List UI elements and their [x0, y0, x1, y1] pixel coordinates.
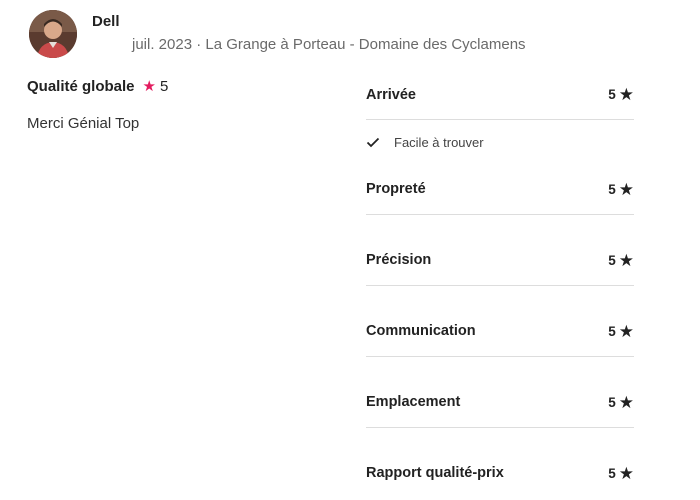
rating-label: Propreté [366, 181, 426, 197]
star-icon: ★ [142, 78, 156, 95]
rating-score: 5 ★ [608, 465, 634, 482]
star-icon: ★ [618, 321, 634, 341]
avatar[interactable] [29, 10, 77, 58]
rating-value: 5 [608, 181, 616, 197]
rating-label: Arrivée [366, 86, 416, 103]
rating-score: 5 ★ [608, 323, 634, 340]
rating-value: 5 [608, 394, 616, 410]
rating-value: 5 [608, 465, 616, 481]
rating-score: 5 ★ [608, 86, 634, 103]
overall-label: Qualité globale [27, 77, 135, 95]
ratings-list: Arrivée 5 ★ Facile à trouver Propreté 5 … [366, 70, 634, 498]
rating-row-cleanliness: Propreté 5 ★ [366, 164, 634, 215]
star-icon: ★ [618, 463, 634, 483]
rating-value: 5 [608, 252, 616, 268]
overall-score: 5 [159, 77, 169, 95]
star-icon: ★ [618, 392, 634, 412]
rating-label: Emplacement [366, 394, 461, 410]
star-icon: ★ [618, 85, 634, 104]
rating-score: 5 ★ [608, 394, 634, 411]
reviewer-name: Dell [92, 13, 120, 30]
star-icon: ★ [618, 250, 634, 270]
rating-note-text: Facile à trouver [394, 134, 484, 150]
rating-row-location: Emplacement 5 ★ [366, 377, 634, 428]
rating-label: Précision [366, 252, 432, 268]
rating-row-communication: Communication 5 ★ [366, 306, 634, 357]
rating-value: 5 [608, 87, 616, 102]
overall-rating: Qualité globale ★ 5 [27, 77, 169, 96]
star-icon: ★ [618, 179, 634, 199]
rating-label: Rapport qualité-prix [366, 465, 504, 481]
rating-score: 5 ★ [608, 252, 634, 269]
rating-row-accuracy: Précision 5 ★ [366, 235, 634, 286]
rating-score: 5 ★ [608, 181, 634, 198]
review-text: Merci Génial Top [27, 115, 140, 132]
rating-row-value: Rapport qualité-prix 5 ★ [366, 448, 634, 498]
rating-label: Communication [366, 323, 476, 339]
check-icon [366, 137, 380, 148]
rating-row-arrival: Arrivée 5 ★ [366, 70, 634, 120]
rating-note: Facile à trouver [366, 120, 634, 164]
review-meta: juil. 2023 · La Grange à Porteau - Domai… [132, 36, 526, 53]
rating-value: 5 [608, 323, 616, 339]
